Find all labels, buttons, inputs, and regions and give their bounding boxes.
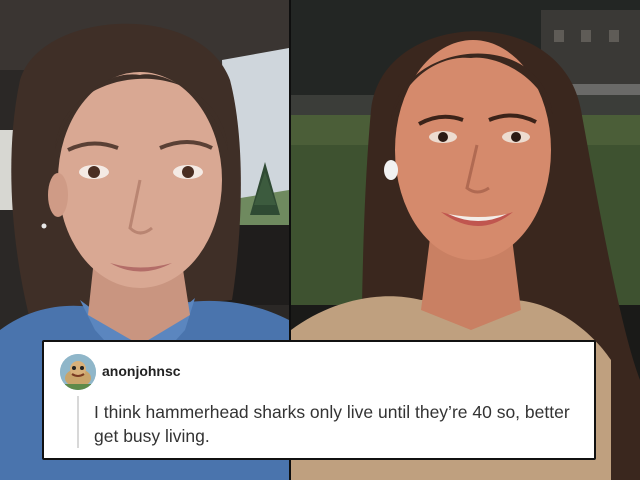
comment-card: anonjohnsc I think hammerhead sharks onl… xyxy=(42,340,596,460)
earbud xyxy=(384,160,398,180)
username[interactable]: anonjohnsc xyxy=(102,363,181,379)
user-avatar[interactable] xyxy=(60,354,96,390)
comment-text: I think hammerhead sharks only live unti… xyxy=(94,402,570,446)
avatar-icon xyxy=(60,354,96,390)
thread-line xyxy=(77,396,79,448)
